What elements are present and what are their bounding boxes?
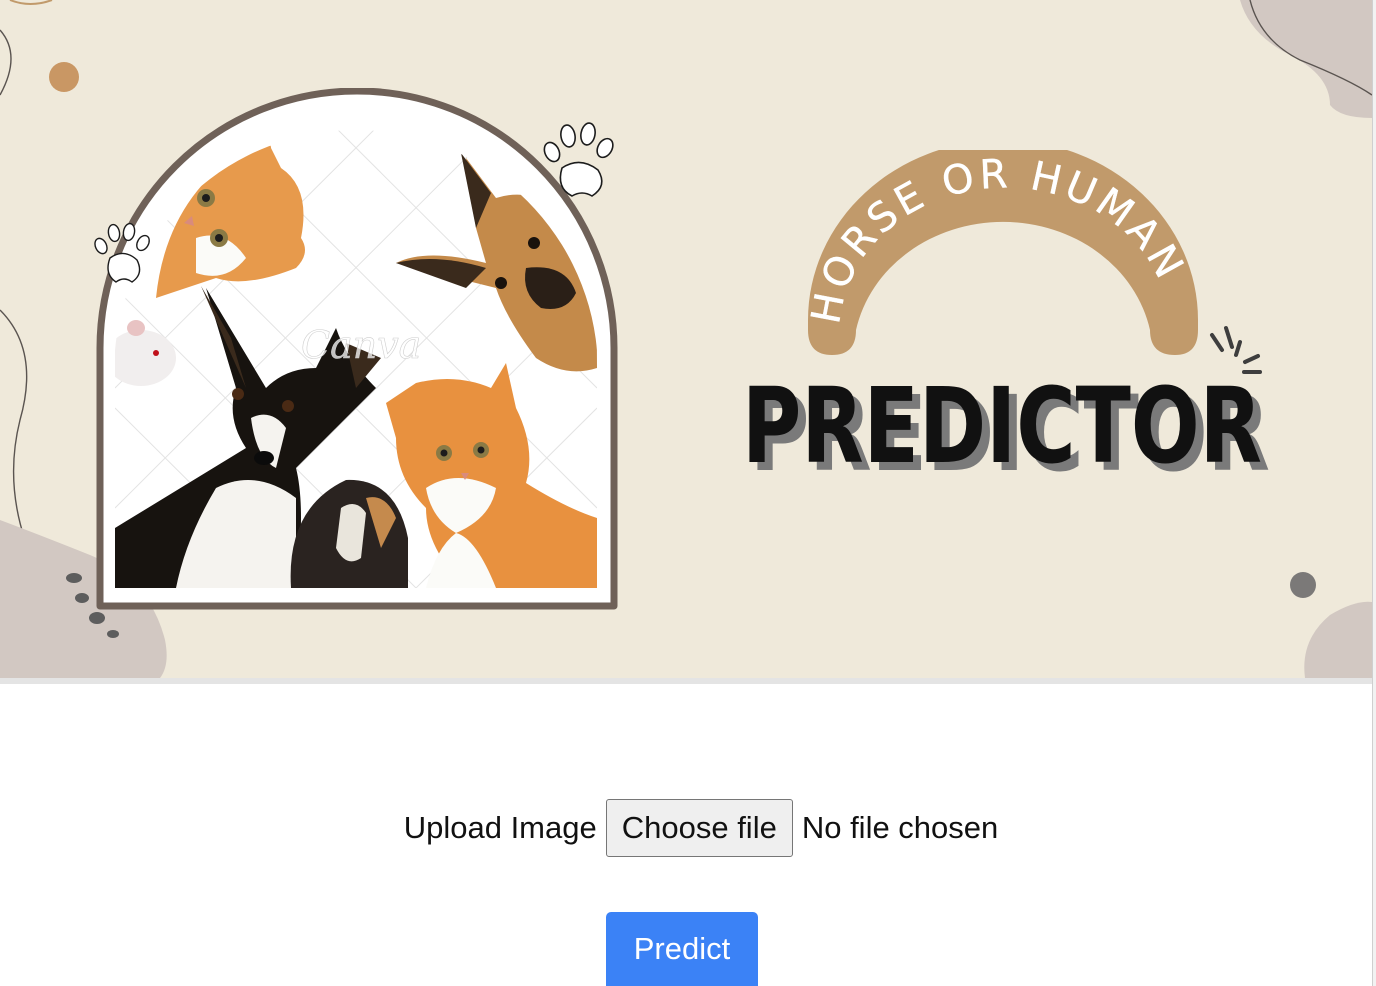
paw-print-icon (543, 122, 614, 197)
banner-divider (0, 678, 1372, 684)
predictor-logo: HORSE OR HUMAN PREDICTOR PREDICTOR (742, 150, 1270, 490)
dark-dot-decoration (89, 612, 105, 624)
page: Canva HORSE OR HUMAN PREDICTOR PREDICTOR… (0, 0, 1376, 986)
grey-dot-decoration (1290, 572, 1316, 598)
top-right-blob-decoration (1240, 0, 1372, 118)
top-left-line-decoration (0, 29, 12, 96)
predict-button[interactable]: Predict (606, 912, 758, 986)
top-left-arc-decoration (9, 0, 53, 5)
orange-dot-decoration (49, 62, 79, 92)
file-status-text: No file chosen (801, 810, 999, 845)
upload-image-label: Upload Image (403, 810, 597, 845)
canva-watermark: Canva (301, 323, 421, 367)
window-right-edge (1372, 0, 1376, 986)
paw-print-icon (94, 222, 150, 283)
hero-banner: Canva HORSE OR HUMAN PREDICTOR PREDICTOR (0, 0, 1372, 678)
logo-main-text: PREDICTOR (742, 365, 1262, 487)
dark-dot-decoration (75, 593, 89, 603)
dark-dot-decoration (66, 573, 82, 583)
upload-form-row: Upload Image Choose file No file chosen (0, 798, 1372, 858)
choose-file-button[interactable]: Choose file (605, 799, 793, 857)
bottom-right-blob-decoration (1304, 601, 1372, 678)
dark-dot-decoration (107, 630, 119, 638)
